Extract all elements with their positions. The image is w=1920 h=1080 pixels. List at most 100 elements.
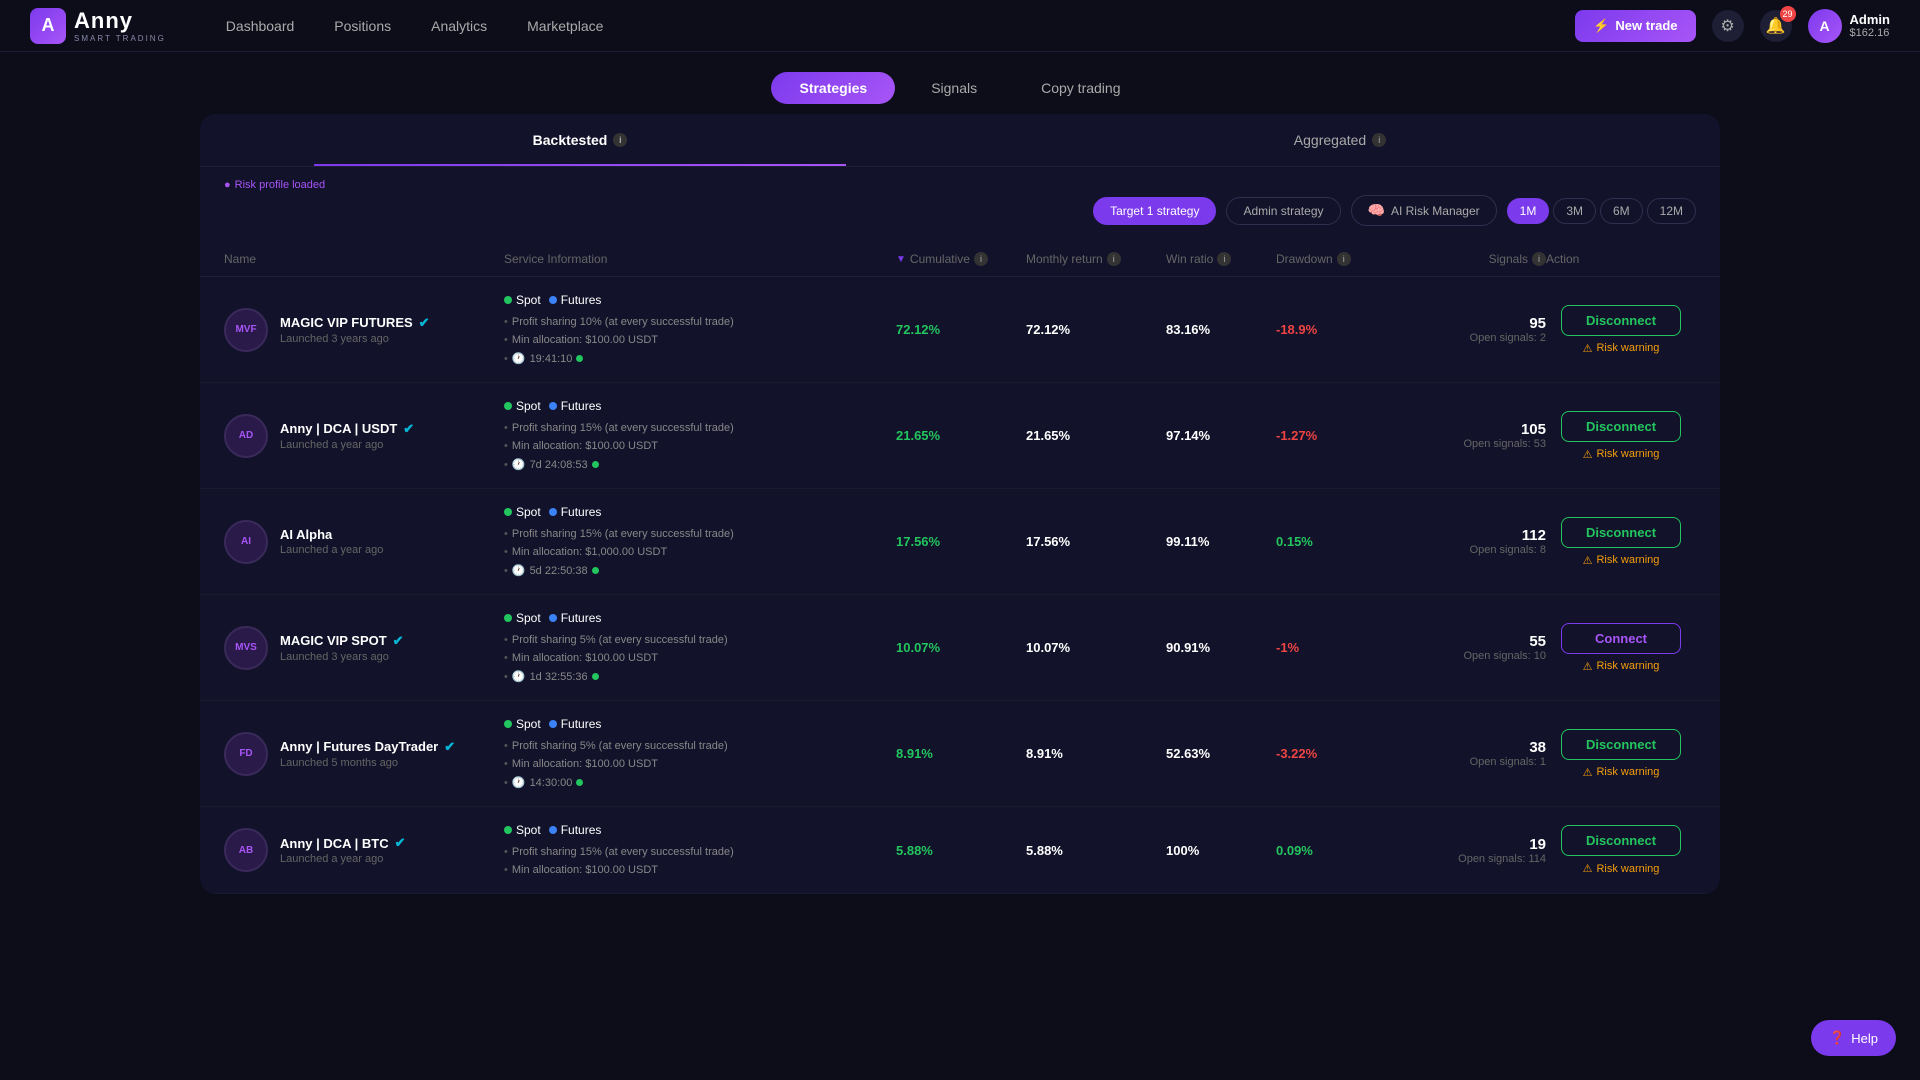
strategy-name-cell: FD Anny | Futures DayTrader ✔ Launched 5… (224, 732, 504, 776)
col-drawdown-label: Drawdown (1276, 252, 1333, 266)
futures-tag: Futures (549, 505, 602, 519)
strategy-name: MAGIC VIP SPOT ✔ (280, 633, 404, 649)
time-btn-1m[interactable]: 1M (1507, 198, 1550, 224)
lightning-icon: ⚡ (1593, 18, 1609, 34)
disconnect-button[interactable]: Disconnect (1561, 825, 1681, 856)
col-monthly[interactable]: Monthly return i (1026, 252, 1166, 266)
risk-warning-label: Risk warning (1596, 766, 1659, 778)
settings-icon-button[interactable]: ⚙ (1712, 10, 1744, 42)
strategy-avatar: AB (224, 828, 268, 872)
filter-ai-risk[interactable]: 🧠 AI Risk Manager (1351, 195, 1497, 226)
strategy-name: AI Alpha (280, 527, 383, 542)
disconnect-button[interactable]: Disconnect (1561, 729, 1681, 760)
col-service[interactable]: Service Information (504, 252, 896, 266)
tab-copy-trading[interactable]: Copy trading (1013, 72, 1148, 104)
inner-tab-backtested[interactable]: Backtested i (200, 114, 960, 166)
risk-warning-label: Risk warning (1596, 342, 1659, 354)
filter-target1[interactable]: Target 1 strategy (1093, 197, 1216, 225)
nav-analytics[interactable]: Analytics (431, 14, 487, 38)
futures-dot (549, 508, 557, 516)
user-name: Admin (1850, 12, 1890, 27)
signals-count: 105 (1386, 421, 1546, 438)
nav-marketplace[interactable]: Marketplace (527, 14, 603, 38)
strategy-name-cell: AB Anny | DCA | BTC ✔ Launched a year ag… (224, 828, 504, 872)
strategy-launched: Launched 3 years ago (280, 651, 404, 663)
col-winratio[interactable]: Win ratio i (1166, 252, 1276, 266)
timer: 🕐 7d 24:08:53 (504, 458, 896, 471)
cumulative-info-icon[interactable]: i (974, 252, 988, 266)
col-drawdown[interactable]: Drawdown i (1276, 252, 1386, 266)
risk-warning-label: Risk warning (1596, 554, 1659, 566)
disconnect-button[interactable]: Disconnect (1561, 517, 1681, 548)
dot-icon: ● (224, 179, 231, 191)
min-allocation: Min allocation: $100.00 USDT (504, 652, 896, 664)
signals-info-icon[interactable]: i (1532, 252, 1546, 266)
cumulative-value: 17.56% (896, 534, 1026, 549)
table-row: MVS MAGIC VIP SPOT ✔ Launched 3 years ag… (200, 595, 1720, 701)
strategy-launched: Launched a year ago (280, 544, 383, 556)
monthly-return-value: 17.56% (1026, 534, 1166, 549)
brain-icon: 🧠 (1368, 202, 1385, 219)
col-cumulative[interactable]: ▼ Cumulative i (896, 252, 1026, 266)
risk-warning: ⚠ Risk warning (1583, 766, 1660, 779)
nav-positions[interactable]: Positions (334, 14, 391, 38)
strategy-launched: Launched a year ago (280, 439, 414, 451)
filters-row: ● Risk profile loaded (200, 167, 1720, 195)
profit-sharing: Profit sharing 10% (at every successful … (504, 316, 896, 328)
strategy-name-cell: MVS MAGIC VIP SPOT ✔ Launched 3 years ag… (224, 626, 504, 670)
backtested-label: Backtested (533, 132, 608, 148)
new-trade-button[interactable]: ⚡ New trade (1575, 10, 1695, 42)
main-content: Backtested i Aggregated i ● Risk profile… (0, 114, 1920, 894)
inner-tab-aggregated[interactable]: Aggregated i (960, 114, 1720, 166)
timer: 🕐 14:30:00 (504, 776, 896, 789)
tab-strategies[interactable]: Strategies (771, 72, 895, 104)
filter-admin[interactable]: Admin strategy (1226, 197, 1340, 225)
logo-text: Anny (74, 8, 133, 33)
connect-button[interactable]: Connect (1561, 623, 1681, 654)
time-btn-3m[interactable]: 3M (1553, 198, 1596, 224)
monthly-return-value: 8.91% (1026, 746, 1166, 761)
drawdown-value: 0.09% (1276, 843, 1386, 858)
time-btn-12m[interactable]: 12M (1647, 198, 1696, 224)
profit-sharing: Profit sharing 5% (at every successful t… (504, 740, 896, 752)
monthly-return-value: 72.12% (1026, 322, 1166, 337)
col-name[interactable]: Name (224, 252, 504, 266)
table-row: AB Anny | DCA | BTC ✔ Launched a year ag… (200, 807, 1720, 894)
col-signals[interactable]: Signals i (1386, 252, 1546, 266)
min-allocation: Min allocation: $100.00 USDT (504, 758, 896, 770)
service-info: Spot Futures Profit sharing 5% (at every… (504, 717, 896, 790)
backtested-info-icon[interactable]: i (613, 133, 627, 147)
timer: 🕐 5d 22:50:38 (504, 564, 896, 577)
win-ratio-value: 90.91% (1166, 640, 1276, 655)
action-col: Disconnect ⚠ Risk warning (1546, 825, 1696, 875)
disconnect-button[interactable]: Disconnect (1561, 411, 1681, 442)
signals-count: 19 (1386, 836, 1546, 853)
spot-dot (504, 614, 512, 622)
help-button[interactable]: ❓ Help (1811, 1020, 1896, 1056)
drawdown-info-icon[interactable]: i (1337, 252, 1351, 266)
disconnect-button[interactable]: Disconnect (1561, 305, 1681, 336)
spot-tag: Spot (504, 823, 541, 837)
warning-icon: ⚠ (1583, 862, 1593, 875)
service-info: Spot Futures Profit sharing 15% (at ever… (504, 505, 896, 578)
aggregated-info-icon[interactable]: i (1372, 133, 1386, 147)
spot-tag: Spot (504, 611, 541, 625)
col-cumulative-label: Cumulative (910, 252, 970, 266)
notification-button[interactable]: 🔔 29 (1760, 10, 1792, 42)
monthly-return-value: 21.65% (1026, 428, 1166, 443)
nav-dashboard[interactable]: Dashboard (226, 14, 295, 38)
risk-profile-label: Risk profile loaded (235, 179, 326, 191)
tab-signals[interactable]: Signals (903, 72, 1005, 104)
strategy-name-cell: MVF MAGIC VIP FUTURES ✔ Launched 3 years… (224, 308, 504, 352)
winratio-info-icon[interactable]: i (1217, 252, 1231, 266)
warning-icon: ⚠ (1583, 342, 1593, 355)
futures-dot (549, 402, 557, 410)
top-tabs: Strategies Signals Copy trading (0, 52, 1920, 114)
ai-risk-label: AI Risk Manager (1391, 204, 1480, 218)
col-action: Action (1546, 252, 1696, 266)
time-btn-6m[interactable]: 6M (1600, 198, 1643, 224)
futures-tag: Futures (549, 399, 602, 413)
tags: Spot Futures (504, 293, 896, 307)
monthly-info-icon[interactable]: i (1107, 252, 1121, 266)
user-menu[interactable]: A Admin $162.16 (1808, 9, 1890, 43)
